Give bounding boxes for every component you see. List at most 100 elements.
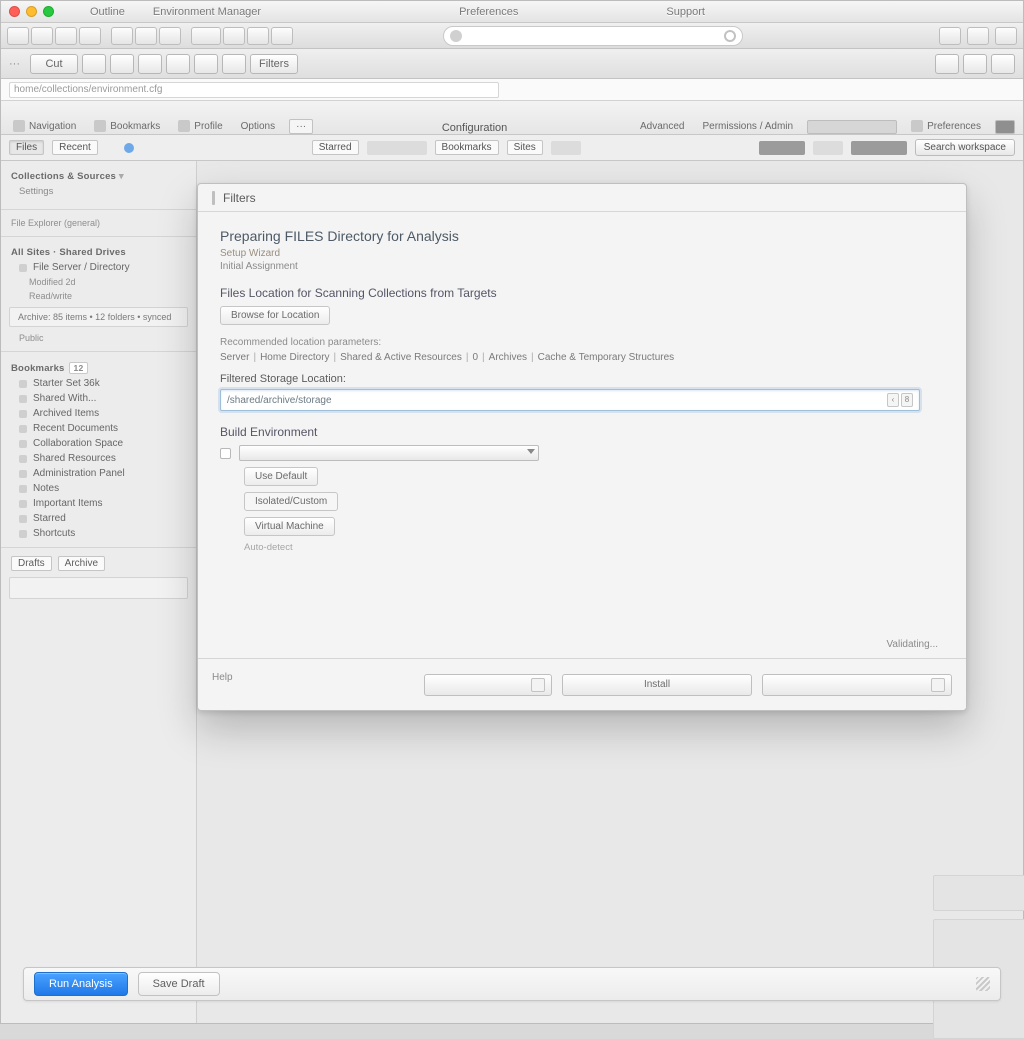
run-analysis-button[interactable]: Run Analysis <box>34 972 128 996</box>
sidebar-item[interactable]: Shared Resources <box>1 451 196 466</box>
menu-preferences[interactable]: Preferences <box>459 6 518 18</box>
refresh-icon[interactable] <box>724 30 736 42</box>
seg-redo[interactable] <box>166 54 190 74</box>
search-button[interactable]: Search workspace <box>915 139 1015 156</box>
seg-group[interactable] <box>963 54 987 74</box>
filter-starred[interactable]: Starred <box>312 140 359 155</box>
sidebar-item-fileserver[interactable]: File Server / Directory <box>1 260 196 275</box>
sidebar-item[interactable]: Starred <box>1 511 196 526</box>
sidebar-sub-explorer[interactable]: File Explorer (general) <box>1 216 196 230</box>
ribbon-toggle[interactable] <box>995 120 1015 134</box>
sidebar-tag-drafts[interactable]: Drafts <box>11 556 52 571</box>
ribbon-bookmarks-label: Bookmarks <box>110 121 160 132</box>
install-button[interactable]: Install <box>562 674 752 696</box>
sidebar-item[interactable]: Shortcuts <box>1 526 196 541</box>
seg-undo[interactable] <box>138 54 162 74</box>
filter-files[interactable]: Files <box>9 140 44 155</box>
ribbon-nav[interactable]: Navigation <box>9 118 80 134</box>
download-button[interactable] <box>967 27 989 45</box>
env-checkbox-default[interactable] <box>220 448 231 459</box>
forward-button[interactable] <box>31 27 53 45</box>
ribbon-permissions[interactable]: Permissions / Admin <box>698 119 797 134</box>
more-button[interactable] <box>271 27 293 45</box>
view-list-button[interactable] <box>111 27 133 45</box>
storage-location-input[interactable]: /shared/archive/storage ‹ 8 <box>220 389 920 411</box>
sidebar-public[interactable]: Public <box>1 331 196 345</box>
browse-button[interactable]: Browse for Location <box>220 306 330 325</box>
seg-filters[interactable]: Filters <box>250 54 298 74</box>
filter-sites[interactable]: Sites <box>507 140 543 155</box>
help-link[interactable]: Help <box>212 672 233 683</box>
sidebar-item[interactable]: Important Items <box>1 496 196 511</box>
crumb[interactable]: Archives <box>489 352 527 363</box>
env-option-vm[interactable]: Virtual Machine <box>244 517 335 536</box>
notifications-button[interactable] <box>223 27 245 45</box>
prev-page-button[interactable]: ‹ <box>887 393 899 407</box>
reload-button[interactable] <box>55 27 77 45</box>
sidebar-item[interactable]: Collaboration Space <box>1 436 196 451</box>
env-select[interactable] <box>239 445 539 461</box>
filter-bookmarks[interactable]: Bookmarks <box>435 140 499 155</box>
ribbon-bookmarks[interactable]: Bookmarks <box>90 118 164 134</box>
ribbon-profile[interactable]: Profile <box>174 118 226 134</box>
menu-support[interactable]: Support <box>666 6 705 18</box>
address-field[interactable] <box>443 26 743 46</box>
resize-grip-icon[interactable] <box>976 977 990 991</box>
env-option-isolated[interactable]: Isolated/Custom <box>244 492 338 511</box>
seg-copy[interactable] <box>82 54 106 74</box>
avatar-button[interactable] <box>191 27 221 45</box>
dialog-heading: Preparing FILES Directory for Analysis <box>220 228 944 244</box>
view-columns-button[interactable] <box>159 27 181 45</box>
sidebar: Collections & Sources ▾ Settings File Ex… <box>1 161 197 1023</box>
env-option-default[interactable]: Use Default <box>244 467 318 486</box>
dot-icon <box>19 515 27 523</box>
breadcrumb-field[interactable]: home/collections/environment.cfg <box>9 82 499 98</box>
seg-info[interactable] <box>991 54 1015 74</box>
seg-delete[interactable] <box>194 54 218 74</box>
seg-paste[interactable] <box>110 54 134 74</box>
crumb[interactable]: 0 <box>472 352 478 363</box>
view-grid-button[interactable] <box>135 27 157 45</box>
minimize-icon[interactable] <box>26 6 37 17</box>
sidebar-item[interactable]: Shared With... <box>1 391 196 406</box>
share-button[interactable] <box>939 27 961 45</box>
filter-field-a[interactable] <box>367 141 427 155</box>
footer-box-a[interactable] <box>424 674 552 696</box>
filter-field-d[interactable] <box>851 141 907 155</box>
ribbon-badge-left[interactable]: ··· <box>289 119 313 134</box>
gear-icon[interactable] <box>995 27 1017 45</box>
filter-field-c[interactable] <box>813 141 843 155</box>
ribbon-field[interactable] <box>807 120 897 134</box>
list-icon <box>531 678 545 692</box>
sidebar-tag-archive[interactable]: Archive <box>58 556 105 571</box>
home-button[interactable] <box>79 27 101 45</box>
sidebar-sub-settings[interactable]: Settings <box>1 184 196 203</box>
action-bar: Run Analysis Save Draft <box>23 967 1001 1001</box>
back-button[interactable] <box>7 27 29 45</box>
crumb[interactable]: Shared & Active Resources <box>340 352 462 363</box>
crumb[interactable]: Cache & Temporary Structures <box>538 352 675 363</box>
footer-box-c[interactable] <box>762 674 952 696</box>
filter-field-b[interactable] <box>759 141 805 155</box>
crumb[interactable]: Server <box>220 352 249 363</box>
sidebar-item[interactable]: Notes <box>1 481 196 496</box>
save-draft-button[interactable]: Save Draft <box>138 972 220 996</box>
ribbon-advanced[interactable]: Advanced <box>636 119 688 134</box>
sidebar-item[interactable]: Starter Set 36k <box>1 376 196 391</box>
seg-cut[interactable]: Cut <box>30 54 78 74</box>
menu-button[interactable] <box>247 27 269 45</box>
sidebar-item[interactable]: Recent Documents <box>1 421 196 436</box>
seg-rename[interactable] <box>222 54 246 74</box>
sidebar-item[interactable]: Archived Items <box>1 406 196 421</box>
close-icon[interactable] <box>9 6 20 17</box>
ribbon-prefs[interactable]: Preferences <box>907 118 985 134</box>
zoom-icon[interactable] <box>43 6 54 17</box>
sidebar-item-label: Notes <box>33 483 59 494</box>
ribbon-options[interactable]: Options <box>237 119 279 134</box>
seg-sort[interactable] <box>935 54 959 74</box>
dialog-title: Filters <box>223 191 256 205</box>
crumb[interactable]: Home Directory <box>260 352 329 363</box>
filter-recent[interactable]: Recent <box>52 140 98 155</box>
sidebar-item[interactable]: Administration Panel <box>1 466 196 481</box>
dialog-filters: Filters Preparing FILES Directory for An… <box>197 183 967 711</box>
